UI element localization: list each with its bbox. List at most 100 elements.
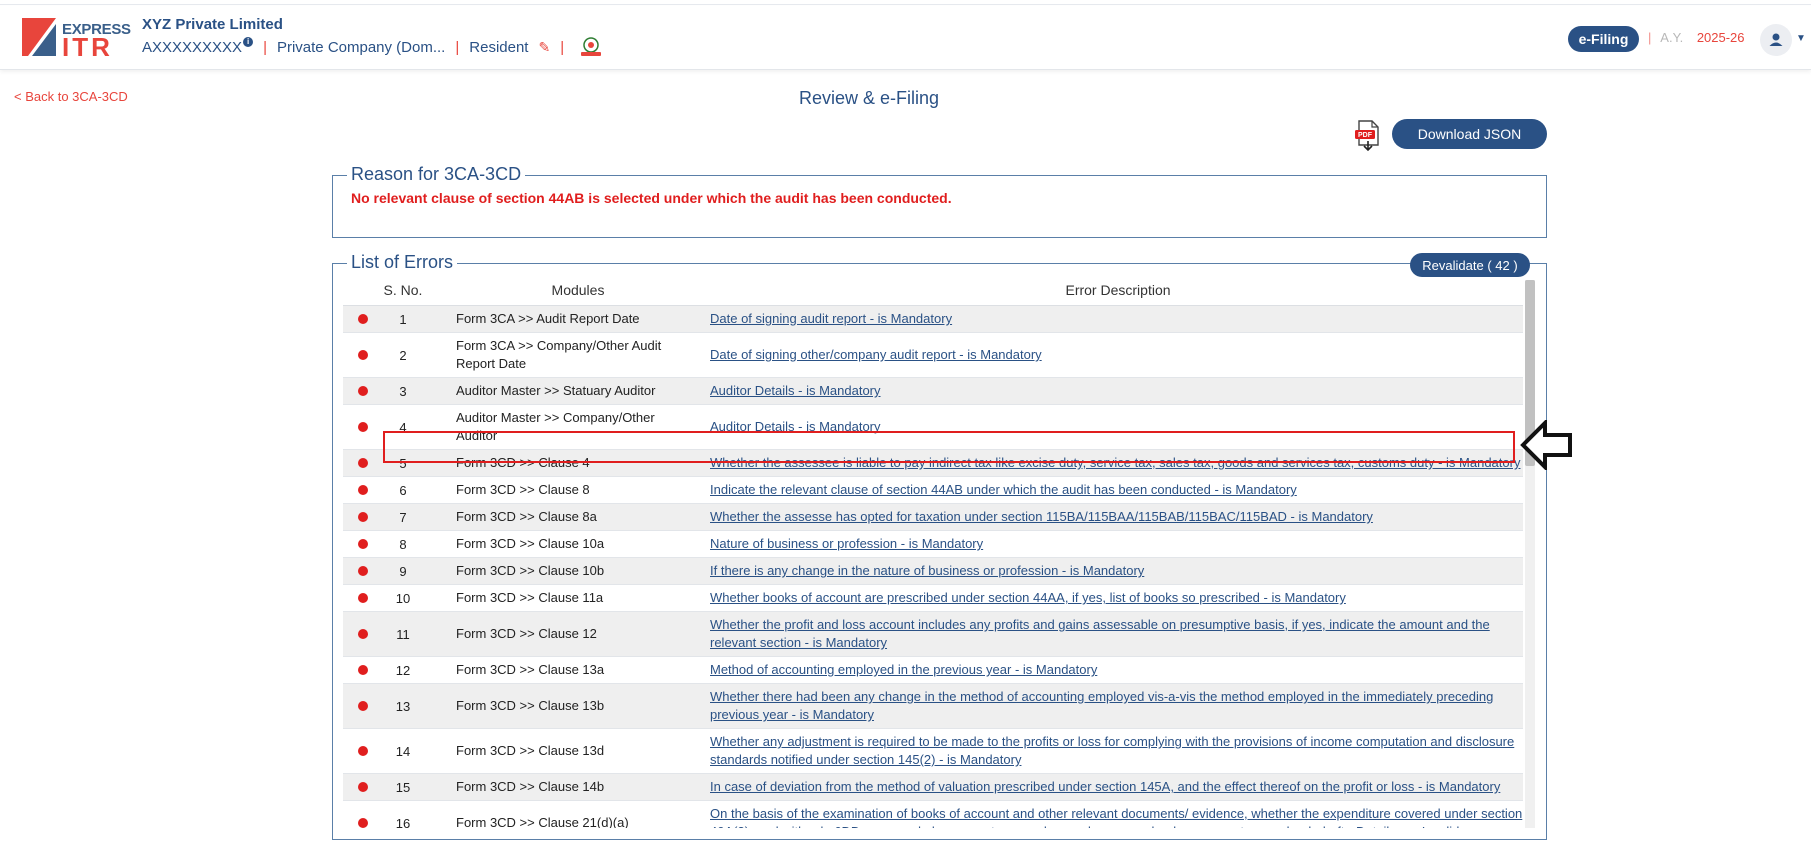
column-header-modules: Modules	[551, 282, 605, 298]
red-dot-icon	[357, 314, 368, 324]
status-cell	[343, 657, 378, 683]
red-dot-icon	[357, 386, 368, 396]
ay-label: A.Y.	[1660, 30, 1684, 45]
red-dot-icon	[357, 566, 368, 576]
module-cell: Form 3CD >> Clause 11a	[456, 590, 604, 605]
chevron-down-icon[interactable]: ▼	[1796, 33, 1806, 44]
module-cell: Form 3CD >> Clause 13d	[456, 743, 605, 758]
error-description-link[interactable]: Date of signing other/company audit repo…	[710, 346, 1042, 364]
error-description-link[interactable]: Whether the profit and loss account incl…	[710, 616, 1523, 652]
description-cell: Whether the assessee is liable to pay in…	[698, 450, 1523, 476]
description-cell: Auditor Details - is Mandatory	[698, 405, 1523, 449]
red-dot-icon	[357, 629, 368, 639]
description-cell: Whether books of account are prescribed …	[698, 585, 1523, 611]
red-dot-icon	[357, 350, 368, 360]
errors-table-header: S. No. Modules Error Description	[343, 280, 1523, 306]
table-row: 16 Form 3CD >> Clause 21(d)(a) On the basi…	[343, 801, 1523, 828]
error-description-link[interactable]: If there is any change in the nature of …	[710, 562, 1144, 580]
ay-separator: |	[1648, 30, 1652, 45]
sno-cell: 2	[399, 347, 407, 363]
reason-legend: Reason for 3CA-3CD	[347, 164, 526, 185]
red-dot-icon	[357, 485, 368, 495]
sno-cell: 3	[399, 383, 407, 399]
red-dot-icon	[357, 458, 368, 468]
income-tax-emblem-icon	[581, 37, 602, 56]
info-icon[interactable]: i	[243, 36, 254, 47]
table-row: 8 Form 3CD >> Clause 10a Nature of busines…	[343, 531, 1523, 558]
description-cell: Whether there had been any change in the…	[698, 684, 1523, 728]
module-cell: Form 3CD >> Clause 13b	[456, 698, 605, 713]
error-description-link[interactable]: Method of accounting employed in the pre…	[710, 661, 1097, 679]
table-row: 4 Auditor Master >> Company/Other Auditor…	[343, 405, 1523, 450]
assessment-year[interactable]: | A.Y. 2025-26	[1648, 30, 1745, 45]
download-json-button[interactable]: Download JSON	[1392, 119, 1547, 149]
column-header-sno: S. No.	[383, 282, 423, 298]
description-cell: Whether the profit and loss account incl…	[698, 612, 1523, 656]
efiling-button[interactable]: e-Filing	[1568, 26, 1639, 52]
error-description-link[interactable]: Whether any adjustment is required to be…	[710, 733, 1523, 769]
description-cell: On the basis of the examination of books…	[698, 801, 1523, 828]
error-description-link[interactable]: Whether the assessee is liable to pay in…	[710, 454, 1520, 472]
status-cell	[343, 801, 378, 828]
description-cell: Whether any adjustment is required to be…	[698, 729, 1523, 773]
red-dot-icon	[357, 701, 368, 711]
logo-itr-text: ITR	[62, 32, 113, 62]
table-row: 12 Form 3CD >> Clause 13a Method of accoun…	[343, 657, 1523, 684]
user-icon	[1769, 33, 1783, 46]
error-description-link[interactable]: Date of signing audit report - is Mandat…	[710, 310, 952, 328]
description-cell: Nature of business or profession - is Ma…	[698, 531, 1523, 557]
status-cell	[343, 774, 378, 800]
red-dot-icon	[357, 512, 368, 522]
reason-section: Reason for 3CA-3CD No relevant clause of…	[332, 164, 1547, 238]
error-description-link[interactable]: On the basis of the examination of books…	[710, 805, 1523, 828]
sno-cell: 15	[395, 779, 411, 795]
status-cell	[343, 504, 378, 530]
status-cell	[343, 558, 378, 584]
status-cell	[343, 531, 378, 557]
pdf-download-icon[interactable]: PDF	[1354, 120, 1382, 152]
pencil-icon[interactable]: ✎	[538, 39, 550, 56]
table-row: 5 Form 3CD >> Clause 4 Whether the assesse…	[343, 450, 1523, 477]
sno-cell: 12	[395, 662, 411, 678]
sno-cell: 13	[395, 698, 411, 714]
red-dot-icon	[357, 665, 368, 675]
user-avatar[interactable]	[1760, 24, 1792, 56]
module-cell: Auditor Master >> Company/Other Auditor	[456, 410, 655, 443]
module-cell: Form 3CD >> Clause 14b	[456, 779, 605, 794]
error-description-link[interactable]: In case of deviation from the method of …	[710, 778, 1500, 796]
error-description-link[interactable]: Whether books of account are prescribed …	[710, 589, 1346, 607]
module-cell: Form 3CD >> Clause 13a	[456, 662, 605, 677]
table-row: 15 Form 3CD >> Clause 14b In case of devia…	[343, 774, 1523, 801]
description-cell: If there is any change in the nature of …	[698, 558, 1523, 584]
description-cell: Whether the assesse has opted for taxati…	[698, 504, 1523, 530]
company-name: XYZ Private Limited	[142, 16, 283, 33]
svg-text:PDF: PDF	[1358, 132, 1373, 139]
express-itr-logo[interactable]: EXPRESS ITR	[22, 18, 131, 62]
errors-table-body: 1 Form 3CA >> Audit Report Date Date of si…	[343, 306, 1523, 828]
error-description-link[interactable]: Auditor Details - is Mandatory	[710, 382, 881, 400]
module-cell: Form 3CD >> Clause 10a	[456, 536, 605, 551]
error-description-link[interactable]: Auditor Details - is Mandatory	[710, 418, 881, 436]
status-cell	[343, 585, 378, 611]
table-row: 9 Form 3CD >> Clause 10b If there is any c…	[343, 558, 1523, 585]
red-dot-icon	[357, 782, 368, 792]
module-cell: Form 3CD >> Clause 4	[456, 455, 590, 470]
error-description-link[interactable]: Indicate the relevant clause of section …	[710, 481, 1297, 499]
sno-cell: 8	[399, 536, 407, 552]
revalidate-button[interactable]: Revalidate ( 42 )	[1410, 253, 1530, 277]
red-dot-icon	[357, 422, 368, 432]
sno-cell: 11	[396, 626, 410, 642]
module-cell: Form 3CA >> Company/Other Audit Report D…	[456, 338, 662, 371]
error-description-link[interactable]: Nature of business or profession - is Ma…	[710, 535, 983, 553]
sno-cell: 14	[395, 743, 411, 759]
table-scrollbar[interactable]	[1525, 280, 1535, 828]
sno-cell: 4	[399, 419, 407, 435]
app-header: EXPRESS ITR XYZ Private Limited AXXXXXXX…	[0, 6, 1811, 70]
error-description-link[interactable]: Whether there had been any change in the…	[710, 688, 1523, 724]
reason-text: No relevant clause of section 44AB is se…	[351, 190, 952, 206]
separator: |	[455, 38, 460, 56]
error-description-link[interactable]: Whether the assesse has opted for taxati…	[710, 508, 1373, 526]
description-cell: Date of signing audit report - is Mandat…	[698, 306, 1523, 332]
table-row: 7 Form 3CD >> Clause 8a Whether the assess…	[343, 504, 1523, 531]
company-type[interactable]: Private Company (Dom...	[277, 39, 445, 56]
